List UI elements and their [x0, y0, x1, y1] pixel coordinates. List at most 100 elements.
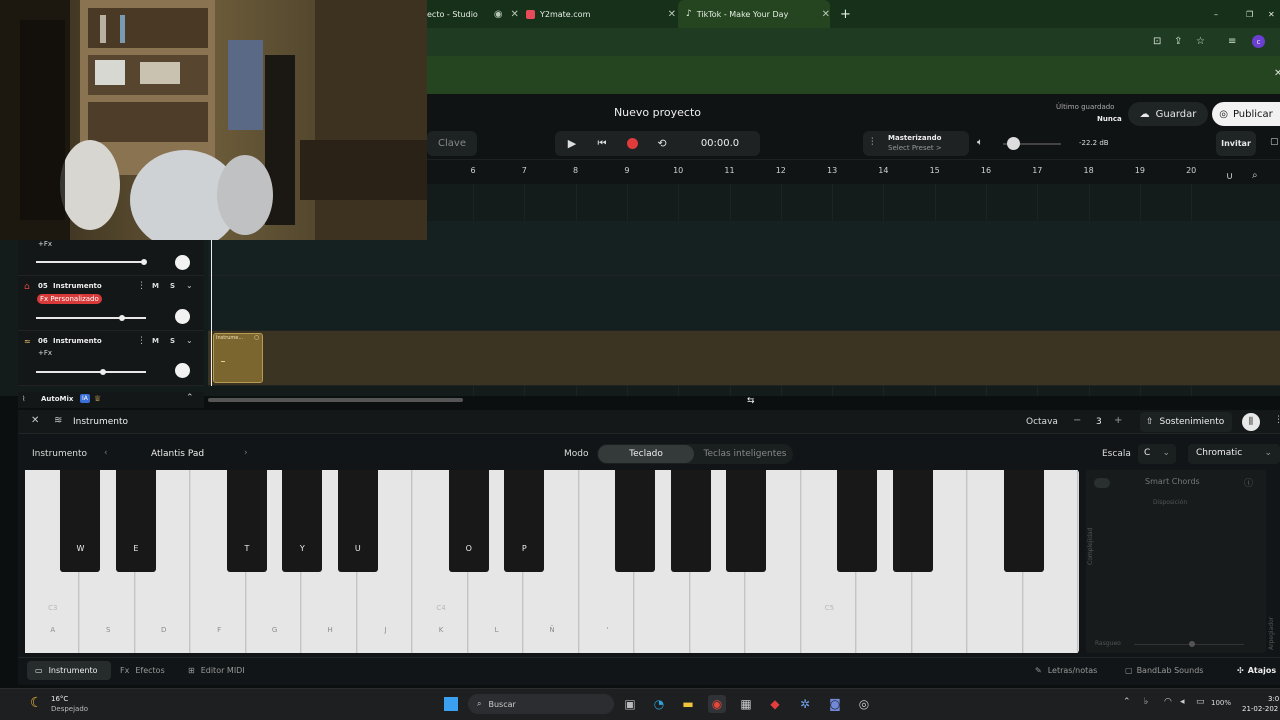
lyrics-notes-button[interactable]: ✎ Letras/notas [1035, 661, 1120, 680]
midi-clip[interactable]: Instrume... ○ [213, 333, 263, 383]
file-explorer-button[interactable]: ▬ [679, 695, 697, 713]
black-key[interactable]: P [504, 470, 545, 572]
mode-smart-keys-button[interactable]: Teclas inteligentes [697, 445, 793, 463]
magnet-icon[interactable]: ∪ [1226, 171, 1233, 182]
new-tab-button[interactable]: + [840, 0, 854, 28]
discord-button[interactable]: ◙ [826, 695, 844, 713]
screenshot-icon[interactable]: ⊡ [1153, 36, 1161, 47]
black-key[interactable] [670, 470, 711, 572]
mode-keyboard-button[interactable]: Teclado [598, 445, 694, 463]
strum-thumb[interactable] [1189, 641, 1195, 647]
chevron-up-icon[interactable]: ⌃ [1123, 697, 1131, 707]
weather-moon-icon[interactable]: ☾ [30, 695, 43, 711]
black-key[interactable] [726, 470, 767, 572]
clock-date[interactable]: 21-02-202 [1242, 705, 1278, 713]
shortcuts-button[interactable]: ✣ Atajos [1237, 661, 1280, 680]
close-icon[interactable]: ✕ [668, 9, 676, 20]
chevron-down-icon[interactable]: ⌄ [186, 281, 193, 290]
browser-tab-studio[interactable]: ecto - Studio ◉ ✕ [427, 0, 519, 28]
solo-button[interactable]: S [170, 337, 175, 345]
star-icon[interactable]: ☆ [1196, 36, 1205, 47]
sustain-button[interactable]: ⇧ Sostenimiento [1140, 412, 1232, 432]
black-key[interactable] [837, 470, 878, 572]
mastering-button[interactable]: ⫶ Masterizando Select Preset > [863, 131, 969, 156]
browser-tab-y2mate[interactable]: Y2mate.com ✕ [518, 0, 676, 28]
chrome-button[interactable]: ◉ [708, 695, 726, 713]
track-volume-thumb[interactable] [100, 369, 106, 375]
publish-button[interactable]: ◎ Publicar [1212, 102, 1280, 126]
save-button[interactable]: ☁ Guardar [1128, 102, 1208, 126]
tab-midi-editor[interactable]: ⊞ Editor MIDI [188, 661, 268, 680]
track-name[interactable]: Instrumento [53, 282, 102, 290]
black-key[interactable]: O [448, 470, 489, 572]
scale-type-select[interactable]: Chromatic ⌄ [1188, 444, 1280, 464]
mute-button[interactable]: M [152, 337, 159, 345]
fx-custom-badge[interactable]: Fx Personalizado [37, 294, 102, 304]
pan-knob[interactable] [175, 309, 190, 324]
start-button[interactable] [442, 695, 460, 713]
track-row[interactable]: ⌂ 05 Instrumento ⋮ M S ⌄ Fx Personalizad… [18, 276, 204, 331]
bandlab-sounds-button[interactable]: ▢ BandLab Sounds [1125, 661, 1220, 680]
window-close-button[interactable]: ✕ [1268, 0, 1280, 28]
black-key[interactable] [1003, 470, 1044, 572]
weather-temp[interactable]: 16°C [51, 695, 68, 703]
edge-button[interactable]: ◔ [650, 695, 668, 713]
pan-knob[interactable] [175, 255, 190, 270]
solo-button[interactable]: S [170, 282, 175, 290]
more-icon[interactable]: ⋮ [1274, 415, 1280, 425]
track-row[interactable]: +Fx [18, 240, 204, 276]
fx-button[interactable]: +Fx [38, 349, 52, 357]
track-volume-slider[interactable] [36, 371, 146, 373]
track-lane[interactable] [208, 276, 1280, 331]
track-lane[interactable] [208, 331, 1280, 386]
tab-instrument[interactable]: ▭ Instrumento [27, 661, 111, 680]
black-key[interactable] [892, 470, 933, 572]
battery-percent[interactable]: 100% [1211, 699, 1231, 707]
octave-increase-button[interactable]: + [1114, 415, 1122, 426]
pan-knob[interactable] [175, 363, 190, 378]
mute-button[interactable]: M [152, 282, 159, 290]
scale-key-select[interactable]: C ⌄ [1138, 444, 1176, 464]
instrument-selector[interactable]: Atlantis Pad [151, 449, 204, 459]
close-icon[interactable]: ✕ [31, 415, 39, 426]
invite-button[interactable]: Invitar [1216, 131, 1256, 156]
obs-button[interactable]: ◎ [855, 695, 873, 713]
smart-chords-toggle[interactable] [1094, 478, 1110, 488]
weather-desc[interactable]: Despejado [51, 705, 88, 713]
task-view-button[interactable]: ▣ [621, 695, 639, 713]
app-settings-button[interactable]: ✲ [796, 695, 814, 713]
taskbar-search[interactable]: ⌕ Buscar [468, 694, 614, 714]
track-volume-slider[interactable] [36, 261, 146, 263]
more-icon[interactable]: ⋮ [137, 336, 146, 346]
track-volume-thumb[interactable] [141, 259, 147, 265]
track-row[interactable]: ≈ 06 Instrumento ⋮ M S ⌄ +Fx [18, 331, 204, 386]
volume-icon[interactable]: 🔈︎ [977, 137, 983, 148]
zoom-icon[interactable]: ⌕ [1252, 170, 1258, 181]
record-icon[interactable]: ◉ [494, 9, 503, 20]
black-key[interactable]: E [115, 470, 156, 572]
black-key[interactable]: T [226, 470, 267, 572]
track-volume-slider[interactable] [36, 317, 146, 319]
share-icon[interactable]: ⇪ [1174, 36, 1182, 47]
record-button[interactable] [618, 131, 646, 156]
piano-view-toggle[interactable]: ⫼ [1242, 413, 1260, 431]
black-key[interactable]: Y [282, 470, 323, 572]
play-button[interactable]: ▶ [558, 131, 586, 156]
octave-decrease-button[interactable]: − [1073, 415, 1081, 426]
speaker-icon[interactable]: ◂ [1180, 697, 1185, 707]
track-name[interactable]: Instrumento [53, 337, 102, 345]
wifi-icon[interactable]: ◠ [1164, 697, 1172, 707]
playhead[interactable] [211, 240, 212, 386]
maximize-button[interactable]: ❐ [1246, 0, 1258, 28]
loop-button[interactable]: ⟲ [648, 131, 676, 156]
key-button[interactable]: Clave [427, 131, 477, 156]
black-key[interactable]: U [337, 470, 378, 572]
chevron-up-icon[interactable]: ⌃ [186, 393, 194, 403]
clip-options-icon[interactable]: ○ [254, 334, 259, 341]
clock-time[interactable]: 3:0 [1268, 695, 1279, 703]
notification-icon[interactable]: ▢ [1270, 137, 1279, 147]
reading-list-icon[interactable]: ≡ [1228, 36, 1236, 47]
armed-icon[interactable]: ⌂ [24, 282, 30, 292]
project-title[interactable]: Nuevo proyecto [560, 106, 755, 119]
prev-instrument-icon[interactable]: ‹ [104, 448, 108, 458]
